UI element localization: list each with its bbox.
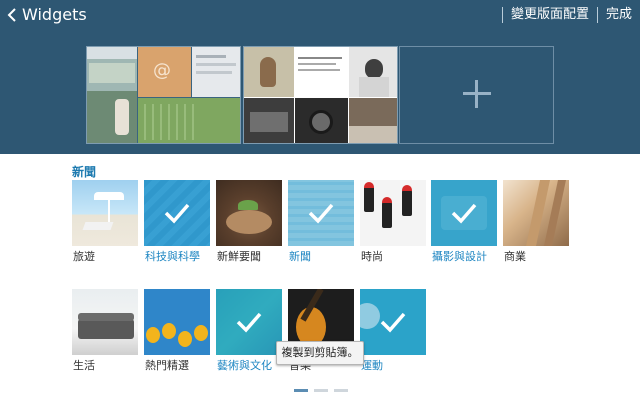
category-label: 熱門精選 [145, 359, 189, 372]
selected-overlay [216, 289, 282, 355]
category-tile-life[interactable]: 生活 [72, 289, 138, 372]
category-image [503, 180, 569, 246]
preview-image [349, 98, 397, 143]
category-image [288, 180, 354, 246]
plus-icon [463, 80, 491, 108]
preview-calendar [138, 98, 240, 143]
category-label: 藝術與文化 [217, 359, 272, 372]
selected-overlay [431, 180, 497, 246]
category-tile-business[interactable]: 商業 [503, 180, 569, 263]
category-image [360, 180, 426, 246]
preview-image [192, 47, 240, 97]
page-indicator [294, 389, 348, 392]
preview-image [87, 47, 137, 143]
category-label: 運動 [361, 359, 383, 372]
category-tile-fashion[interactable]: 時尚 [360, 180, 426, 263]
selected-overlay [288, 180, 354, 246]
page-previews: @ [86, 46, 554, 144]
category-tile-tech-science[interactable]: 科技與科學 [144, 180, 210, 263]
widget-pages-panel: Widgets 變更版面配置 完成 @ [0, 0, 640, 154]
preview-text [295, 47, 348, 97]
selected-overlay [144, 180, 210, 246]
preview-image [349, 47, 397, 97]
category-image [216, 289, 282, 355]
preview-image [244, 98, 294, 143]
check-icon [164, 203, 190, 224]
category-label: 科技與科學 [145, 250, 200, 263]
divider [596, 7, 598, 23]
section-title: 新聞 [72, 165, 97, 179]
category-image [72, 180, 138, 246]
category-tile-arts-culture[interactable]: 藝術與文化 [216, 289, 282, 372]
toast-message: 複製到剪貼簿。 [276, 341, 364, 365]
back-button[interactable] [4, 5, 22, 25]
category-tile-sports[interactable]: 運動 [360, 289, 426, 372]
page-preview-1[interactable]: @ [86, 46, 241, 144]
check-icon [380, 312, 406, 333]
category-image [431, 180, 497, 246]
change-layout-button[interactable]: 變更版面配置 [511, 7, 589, 23]
category-image [216, 180, 282, 246]
category-label: 攝影與設計 [432, 250, 487, 263]
check-icon [451, 203, 477, 224]
page-dot[interactable] [314, 389, 328, 392]
divider [501, 7, 503, 23]
selected-overlay [360, 289, 426, 355]
action-buttons: 變更版面配置 完成 [494, 0, 640, 30]
category-image [360, 289, 426, 355]
page-dot[interactable] [294, 389, 308, 392]
preview-image [244, 47, 294, 97]
category-tile-trending[interactable]: 熱門精選 [144, 289, 210, 372]
category-label: 商業 [504, 250, 526, 263]
preview-image [295, 98, 348, 143]
page-title: Widgets [22, 5, 87, 24]
category-label: 旅遊 [73, 250, 95, 263]
category-tile-fresh-news[interactable]: 新鮮要聞 [216, 180, 282, 263]
chevron-left-icon [7, 8, 16, 22]
page-preview-2[interactable] [243, 46, 398, 144]
category-image [72, 289, 138, 355]
category-label: 新鮮要聞 [217, 250, 261, 263]
action-bar: Widgets 變更版面配置 完成 [0, 0, 640, 30]
category-tile-travel[interactable]: 旅遊 [72, 180, 138, 263]
preview-image: @ [138, 47, 191, 97]
category-image [144, 180, 210, 246]
category-tile-photo-design[interactable]: 攝影與設計 [431, 180, 497, 263]
category-label: 生活 [73, 359, 95, 372]
done-button[interactable]: 完成 [606, 7, 632, 23]
check-icon [236, 312, 262, 333]
check-icon [308, 203, 334, 224]
category-label: 時尚 [361, 250, 383, 263]
page-dot[interactable] [334, 389, 348, 392]
add-page-button[interactable] [399, 46, 554, 144]
category-tile-news[interactable]: 新聞 [288, 180, 354, 263]
category-image [144, 289, 210, 355]
category-label: 新聞 [289, 250, 311, 263]
